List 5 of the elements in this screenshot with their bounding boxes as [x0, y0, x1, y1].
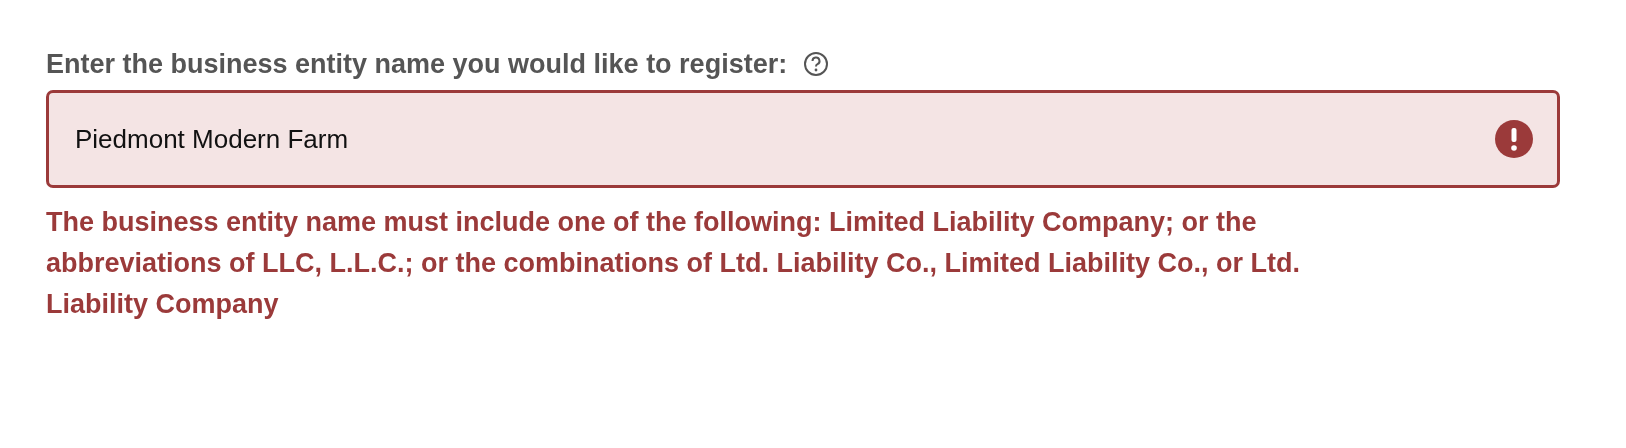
error-icon — [1494, 119, 1534, 160]
help-icon[interactable] — [803, 51, 830, 78]
name-input-field[interactable]: Piedmont Modern Farm — [46, 90, 1560, 189]
error-message: The business entity name must include one of the following: Limited Liability Company; or the abbreviations of LLC, L.L.C.; or the combinations of Ltd. Liability Co., Limited Liability Co., or Ltd. Liability Company — [46, 206, 1301, 322]
field-label: Enter the business entity name you would like to register: — [46, 48, 788, 81]
